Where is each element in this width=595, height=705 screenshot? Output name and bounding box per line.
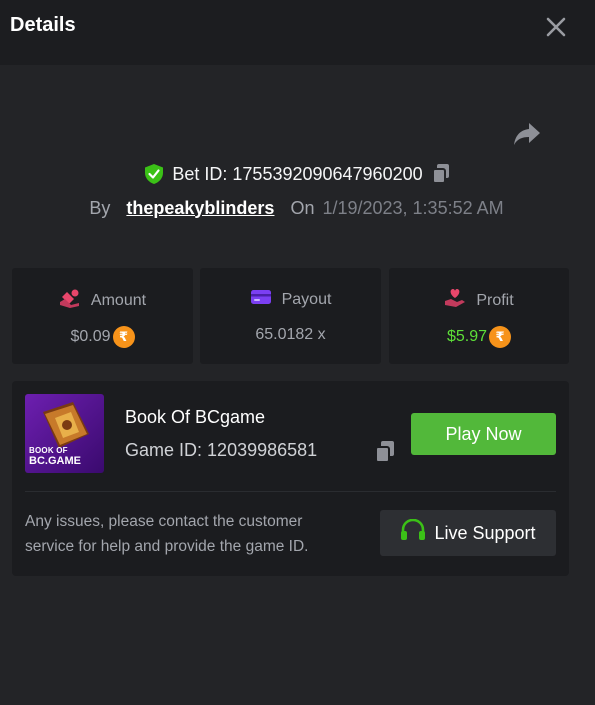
bet-id-label: Bet ID: [172,163,228,184]
by-label: By [89,197,111,218]
divider [25,491,556,492]
thumb-text-bottom: BC.GAME [29,455,81,467]
profit-card: Profit $5.97 ₹ [389,268,569,364]
bet-id: Bet ID: 1755392090647960200 [172,164,422,185]
hand-money-icon [59,288,81,313]
amount-value: $0.09 [70,328,111,345]
live-support-label: Live Support [434,522,536,543]
game-thumbnail[interactable]: BOOK OF BC.GAME [25,394,104,473]
payout-card: Payout 65.0182 x [200,268,381,364]
bet-details-modal: Details Bet ID: 1755392090647960200 By t… [0,0,595,705]
thumb-text-top: BOOK OF [29,446,68,455]
game-id: Game ID: 12039986581 [125,440,317,461]
play-now-button[interactable]: Play Now [411,413,556,455]
game-id-label: Game ID: [125,440,203,460]
game-name: Book Of BCgame [125,407,266,427]
share-icon[interactable] [512,121,542,147]
live-support-button[interactable]: Live Support [380,510,556,556]
hand-heart-icon [444,288,466,313]
profit-label: Profit [476,291,514,309]
bet-datetime: 1/19/2023, 1:35:52 AM [322,197,504,218]
amount-label: Amount [90,291,147,309]
close-icon[interactable] [545,16,567,38]
card-icon [250,288,272,311]
game-id-value: 12039986581 [207,440,318,460]
bet-id-row: Bet ID: 1755392090647960200 [0,162,595,186]
modal-header: Details [0,0,595,65]
profit-value: $5.97 [446,328,488,345]
copy-bet-id-icon[interactable] [431,163,451,185]
username-link[interactable]: thepeakyblinders [126,198,274,219]
payout-label: Payout [281,290,332,308]
bet-id-value: 1755392090647960200 [232,163,423,184]
game-panel: BOOK OF BC.GAME Book Of BCgame Game ID: … [12,381,569,576]
on-label: On [290,197,315,218]
bet-meta-row: By thepeakyblinders On 1/19/2023, 1:35:5… [0,196,595,220]
payout-value: 65.0182 x [255,326,326,343]
headset-icon [400,518,426,548]
amount-card: Amount $0.09 ₹ [12,268,193,364]
support-message: Any issues, please contact the customer … [25,513,309,555]
rupee-coin-icon: ₹ [112,326,135,348]
modal-title: Details [10,14,76,36]
shield-check-icon [144,163,164,185]
rupee-coin-icon: ₹ [489,326,512,348]
copy-game-id-icon[interactable] [374,440,396,464]
